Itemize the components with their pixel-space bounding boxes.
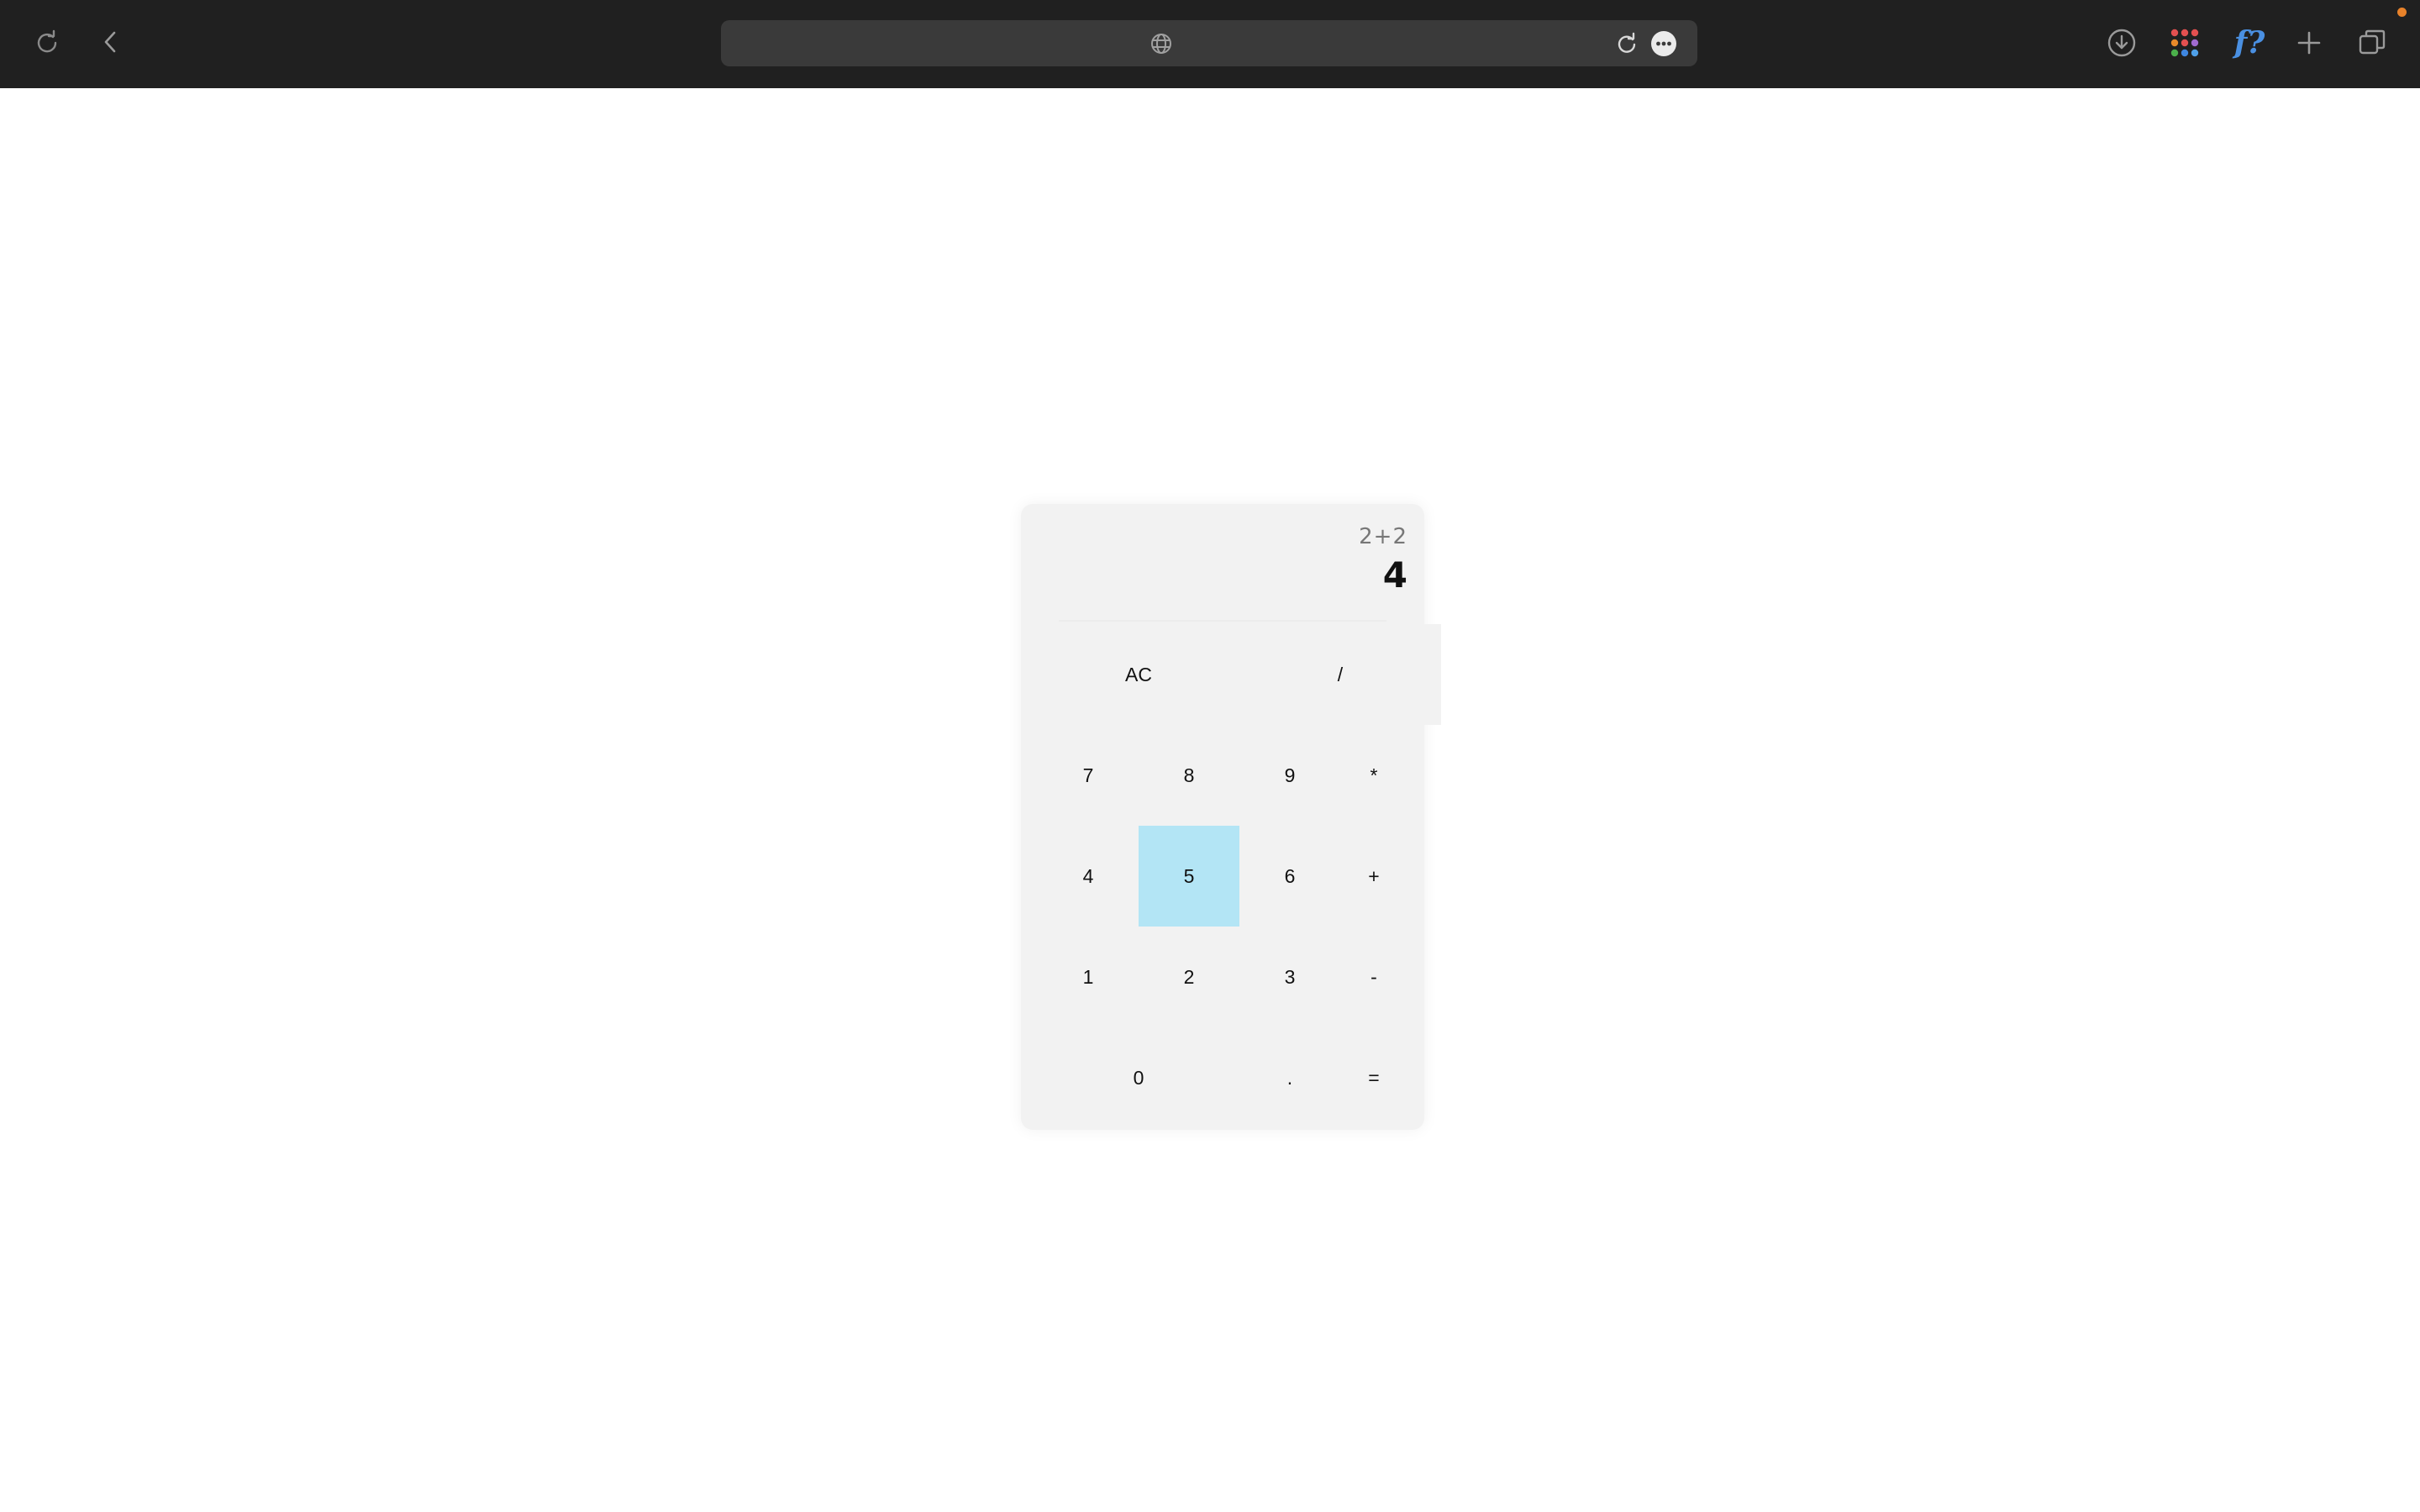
digit-5-button[interactable]: 5 xyxy=(1139,826,1239,927)
digit-3-button[interactable]: 3 xyxy=(1239,927,1340,1027)
reload-icon[interactable] xyxy=(1613,30,1640,57)
digit-4-button[interactable]: 4 xyxy=(1038,826,1139,927)
digit-0-button[interactable]: 0 xyxy=(1038,1027,1239,1128)
tabs-icon[interactable] xyxy=(2355,26,2389,60)
multiply-button[interactable]: * xyxy=(1340,725,1407,826)
formula-label: f? xyxy=(2233,25,2265,60)
notification-dot xyxy=(2397,8,2407,17)
more-icon[interactable] xyxy=(1650,30,1677,57)
new-tab-icon[interactable] xyxy=(2292,26,2326,60)
address-bar[interactable] xyxy=(721,20,1697,66)
globe-icon xyxy=(1148,30,1175,57)
back-icon[interactable] xyxy=(94,25,128,59)
digit-6-button[interactable]: 6 xyxy=(1239,826,1340,927)
result-text: 4 xyxy=(1382,554,1407,596)
display-divider xyxy=(1059,620,1386,622)
digit-8-button[interactable]: 8 xyxy=(1139,725,1239,826)
calculator: 2+2 4 AC / 7 8 9 * 4 5 6 + 1 2 3 - 0 . = xyxy=(1021,504,1441,1130)
digit-9-button[interactable]: 9 xyxy=(1239,725,1340,826)
divide-button[interactable]: / xyxy=(1239,624,1441,725)
digit-1-button[interactable]: 1 xyxy=(1038,927,1139,1027)
refresh-icon[interactable] xyxy=(30,25,64,59)
download-icon[interactable] xyxy=(2105,26,2139,60)
browser-toolbar: f? xyxy=(0,0,2420,88)
apps-grid-icon[interactable] xyxy=(2168,26,2202,60)
decimal-button[interactable]: . xyxy=(1239,1027,1340,1128)
equals-button[interactable]: = xyxy=(1340,1027,1407,1128)
formula-icon[interactable]: f? xyxy=(2228,22,2270,64)
expression-text: 2+2 xyxy=(1359,524,1407,549)
clear-button[interactable]: AC xyxy=(1038,624,1239,725)
minus-button[interactable]: - xyxy=(1340,927,1407,1027)
calculator-display: 2+2 4 xyxy=(1038,519,1407,603)
digit-2-button[interactable]: 2 xyxy=(1139,927,1239,1027)
digit-7-button[interactable]: 7 xyxy=(1038,725,1139,826)
plus-button[interactable]: + xyxy=(1340,826,1407,927)
